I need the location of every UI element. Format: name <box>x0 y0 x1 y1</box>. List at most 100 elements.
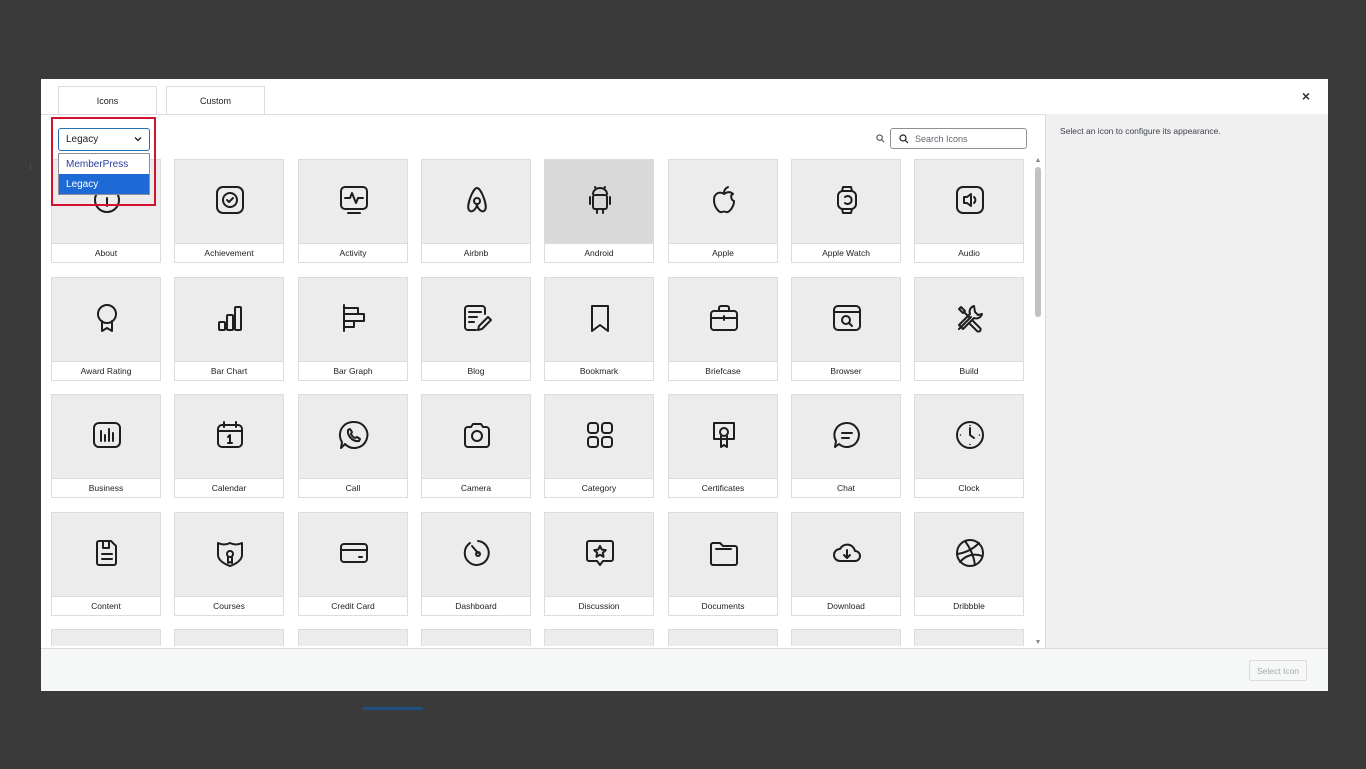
icon-tile-label: Category <box>545 478 653 497</box>
icon-tile-label: Documents <box>669 596 777 615</box>
icon-tile-briefcase[interactable]: Briefcase <box>668 277 778 381</box>
icon-tile-chat[interactable]: Chat <box>791 394 901 498</box>
icon-tile-label: Award Rating <box>52 361 160 380</box>
dribbble-ball-icon <box>956 539 984 567</box>
search-icon <box>876 134 885 143</box>
icon-tile-partial[interactable] <box>791 629 901 646</box>
dropdown-option-legacy[interactable]: Legacy <box>59 174 149 194</box>
search-input[interactable] <box>915 131 1023 146</box>
icon-tile-calendar[interactable]: Calendar <box>174 394 284 498</box>
icon-tile-bar-graph[interactable]: Bar Graph <box>298 277 408 381</box>
icon-tile-partial[interactable] <box>174 629 284 646</box>
icon-tile-category[interactable]: Category <box>544 394 654 498</box>
category-grid-icon <box>587 422 613 448</box>
icon-tile-partial[interactable] <box>914 629 1024 646</box>
icon-tile-label: Download <box>792 596 900 615</box>
icon-tile-camera[interactable]: Camera <box>421 394 531 498</box>
icon-tile-courses[interactable]: Courses <box>174 512 284 616</box>
icon-tile-blog[interactable]: Blog <box>421 277 531 381</box>
icon-tile-partial[interactable] <box>298 629 408 646</box>
icon-tile-bookmark[interactable]: Bookmark <box>544 277 654 381</box>
icon-tile-documents[interactable]: Documents <box>668 512 778 616</box>
dropdown-option-memberpress[interactable]: MemberPress <box>59 154 149 174</box>
icon-tile-label: Android <box>545 243 653 262</box>
calendar-icon <box>217 421 243 448</box>
icon-tile-apple-watch[interactable]: Apple Watch <box>791 159 901 263</box>
icon-tile-partial[interactable] <box>51 629 161 646</box>
scrollbar[interactable]: ▲ ▼ <box>1034 157 1042 647</box>
icon-tile-partial[interactable] <box>668 629 778 646</box>
icon-tile-label: Audio <box>915 243 1023 262</box>
icon-tile-activity[interactable]: Activity <box>298 159 408 263</box>
icon-tile-label: Bar Chart <box>175 361 283 380</box>
icon-tile-label: Activity <box>299 243 407 262</box>
icon-grid: About Achievement Activity Airbnb Android App… <box>51 159 1029 646</box>
icon-tile-clock[interactable]: Clock <box>914 394 1024 498</box>
icon-tile-label: Apple <box>669 243 777 262</box>
icon-tile-label: Bookmark <box>545 361 653 380</box>
icon-tile-label: Dashboard <box>422 596 530 615</box>
audio-speaker-icon <box>956 186 984 214</box>
bar-graph-icon <box>343 304 365 332</box>
icon-tile-discussion[interactable]: Discussion <box>544 512 654 616</box>
folder-icon <box>710 542 738 566</box>
icon-tile-achievement[interactable]: Achievement <box>174 159 284 263</box>
icon-tile-apple[interactable]: Apple <box>668 159 778 263</box>
icon-tile-label: Certificates <box>669 478 777 497</box>
icon-tile-content[interactable]: Content <box>51 512 161 616</box>
cloud-download-icon <box>833 543 861 562</box>
icon-tile-bar-chart[interactable]: Bar Chart <box>174 277 284 381</box>
icon-tile-label: Clock <box>915 478 1023 497</box>
modal-footer: Select Icon <box>41 648 1328 691</box>
icon-tile-airbnb[interactable]: Airbnb <box>421 159 531 263</box>
icon-tile-label: Chat <box>792 478 900 497</box>
blog-edit-icon <box>464 305 492 331</box>
tools-icon <box>958 305 983 333</box>
apple-icon <box>713 186 735 214</box>
icon-tile-audio[interactable]: Audio <box>914 159 1024 263</box>
icon-tile-label: Camera <box>422 478 530 497</box>
library-dropdown: MemberPress Legacy <box>58 153 150 195</box>
icon-tile-business[interactable]: Business <box>51 394 161 498</box>
icon-tile-dashboard[interactable]: Dashboard <box>421 512 531 616</box>
bar-chart-icon <box>218 306 242 331</box>
close-icon[interactable]: × <box>1298 88 1314 104</box>
tab-icons[interactable]: Icons <box>58 86 157 114</box>
scroll-down-icon[interactable]: ▼ <box>1034 639 1042 647</box>
scroll-up-icon[interactable]: ▲ <box>1034 157 1042 165</box>
library-select-value: Legacy <box>66 134 99 145</box>
icon-tile-label: Airbnb <box>422 243 530 262</box>
icon-tile-label: Credit Card <box>299 596 407 615</box>
icon-tile-label: Browser <box>792 361 900 380</box>
icon-tile-partial[interactable] <box>544 629 654 646</box>
drag-handle-icon: ⋮ <box>27 164 34 171</box>
background-progress-bar <box>363 707 423 710</box>
badge-check-icon <box>216 186 244 214</box>
icon-tile-credit-card[interactable]: Credit Card <box>298 512 408 616</box>
icon-tile-label: Content <box>52 596 160 615</box>
select-icon-button[interactable]: Select Icon <box>1249 660 1307 681</box>
library-select[interactable]: Legacy <box>58 128 150 151</box>
icon-tile-call[interactable]: Call <box>298 394 408 498</box>
phone-bubble-icon <box>338 420 369 449</box>
search-field <box>890 128 1027 149</box>
courses-shield-icon <box>217 542 243 567</box>
icon-tile-label: Achievement <box>175 243 283 262</box>
icon-tile-certificates[interactable]: Certificates <box>668 394 778 498</box>
icon-tile-download[interactable]: Download <box>791 512 901 616</box>
tab-custom[interactable]: Custom <box>166 86 265 114</box>
camera-icon <box>464 423 490 448</box>
activity-pulse-icon <box>340 186 368 214</box>
icon-tile-dribbble[interactable]: Dribbble <box>914 512 1024 616</box>
icon-tile-build[interactable]: Build <box>914 277 1024 381</box>
dashboard-gauge-icon <box>463 540 490 566</box>
sidebar-message: Select an icon to configure its appearan… <box>1060 126 1221 136</box>
icon-tile-label: Briefcase <box>669 361 777 380</box>
scrollbar-thumb[interactable] <box>1035 167 1041 317</box>
icon-tile-award-rating[interactable]: Award Rating <box>51 277 161 381</box>
icon-picker-modal: Icons Custom × Legacy MemberPress Legacy… <box>41 79 1328 691</box>
icon-tile-android[interactable]: Android <box>544 159 654 263</box>
icon-tile-partial[interactable] <box>421 629 531 646</box>
browser-search-icon <box>833 305 861 331</box>
icon-tile-browser[interactable]: Browser <box>791 277 901 381</box>
